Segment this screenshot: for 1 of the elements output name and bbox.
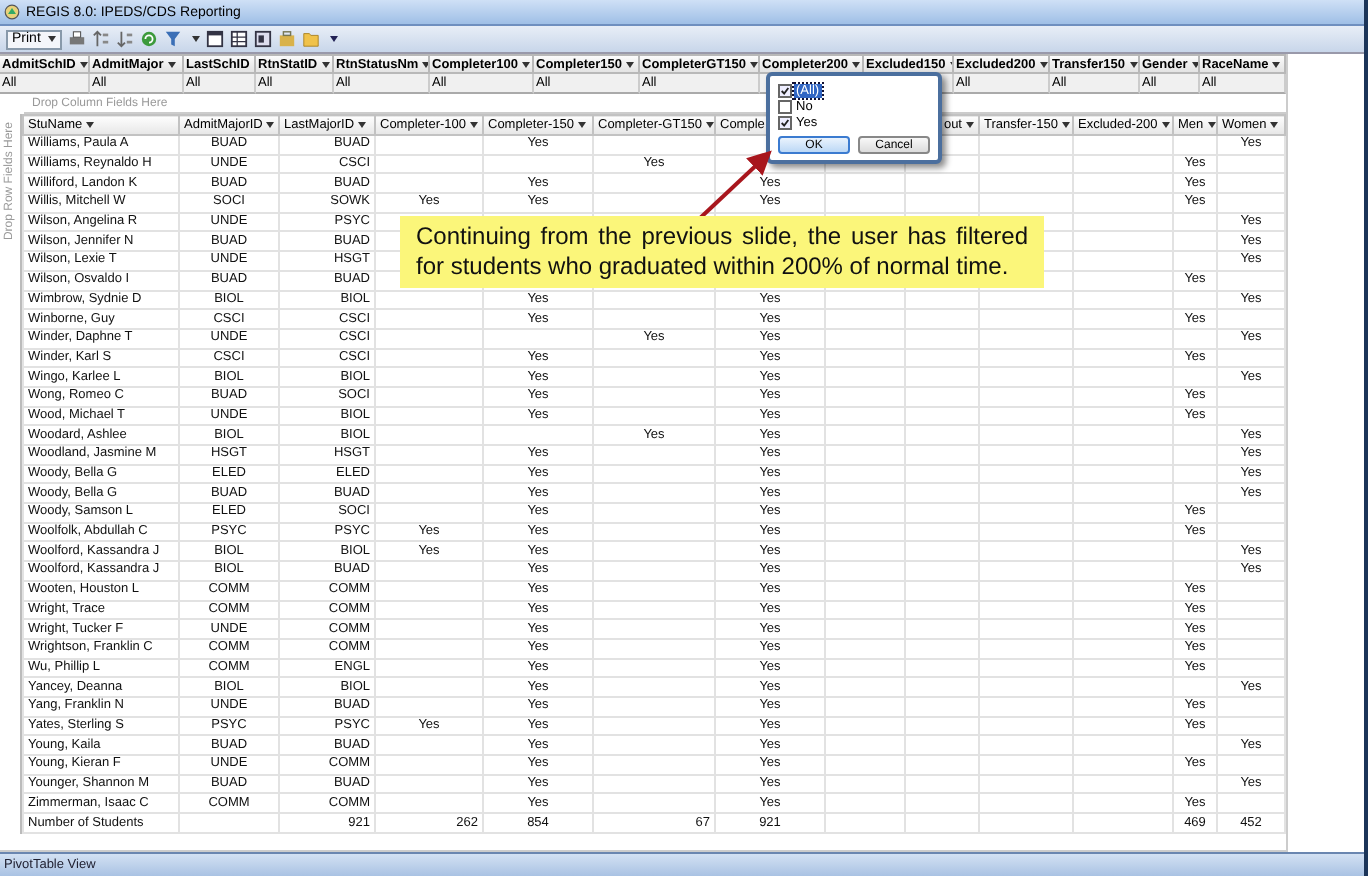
callout-note: Continuing from the previous slide, the user has filtered for students who graduated within 200% of normal time. (400, 216, 1044, 288)
